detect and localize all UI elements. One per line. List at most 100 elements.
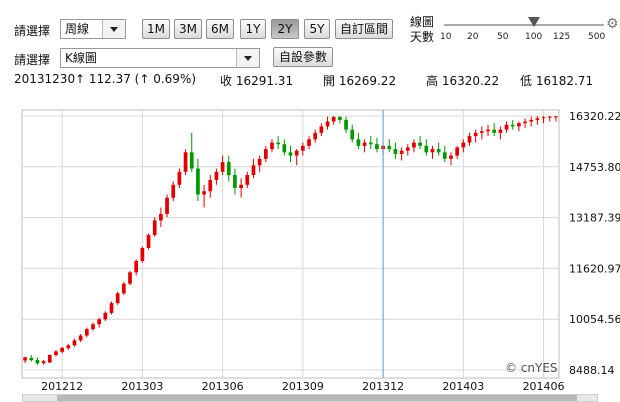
candle-body [300, 145, 305, 151]
candle-body [479, 131, 484, 133]
candle-body [146, 235, 151, 249]
candle-body [282, 144, 287, 153]
candle-body [455, 147, 460, 156]
candle-body [461, 142, 466, 148]
candle-body [91, 324, 95, 330]
y-tick-label: 11620.97 [569, 262, 620, 275]
candle-body [405, 147, 410, 151]
candle-body [393, 149, 398, 154]
candle-body [47, 355, 52, 363]
candle-body [202, 191, 206, 195]
candle-body [109, 303, 114, 313]
time-scrollbar[interactable] [22, 394, 598, 402]
candle-body [165, 197, 169, 214]
candle-body [356, 139, 361, 146]
candle-body [233, 175, 237, 189]
candle-body [535, 118, 540, 120]
candle-body [547, 116, 552, 118]
candle-body [84, 329, 89, 336]
candle-body [486, 129, 490, 132]
candlestick-chart[interactable]: 16320.22 14753.80 13187.39 11620.97 10054.56… [0, 0, 620, 402]
scrollbar-thumb[interactable] [57, 395, 577, 401]
candle-body [517, 123, 521, 127]
candle-body [97, 319, 102, 325]
candle-body [54, 351, 58, 356]
candle-body [375, 144, 379, 150]
candle-body [41, 361, 46, 364]
candle-body [29, 357, 34, 361]
candle-body [276, 142, 281, 145]
candle-body [177, 171, 182, 185]
candle-body [313, 132, 318, 140]
candle-body [128, 272, 132, 284]
candle-body [473, 132, 478, 137]
x-tick-label: 201303 [121, 380, 163, 393]
candle-body [103, 312, 108, 320]
candle-body [436, 149, 441, 153]
candle-body [510, 124, 515, 127]
candle-body [208, 179, 213, 192]
candle-body [115, 293, 120, 304]
candle-body [66, 345, 71, 349]
candle-body [196, 168, 200, 195]
candle-body [541, 117, 546, 119]
candle-body [288, 152, 293, 156]
candle-body [294, 150, 299, 156]
candle-body [442, 152, 447, 159]
candle-body [424, 145, 429, 153]
candle-body [325, 121, 330, 127]
candle-body [498, 129, 503, 133]
candle-body [368, 142, 373, 145]
candle-body [171, 184, 176, 198]
candle-body [319, 126, 324, 133]
candle-body [159, 213, 163, 221]
candle-body [23, 357, 27, 361]
candle-body [387, 145, 392, 150]
watermark: © cnYES [505, 361, 558, 375]
candle-body [523, 121, 527, 124]
candle-body [331, 116, 336, 122]
candle-body [338, 116, 342, 120]
candle-body [449, 155, 453, 159]
candle-body [430, 149, 435, 153]
x-tick-label: 201403 [442, 380, 484, 393]
candle-body [492, 129, 497, 133]
x-axis-ticks: 201212 201303 201306 201309 201312 201403 2014… [41, 380, 564, 393]
candle-body [60, 347, 64, 352]
candle-body [467, 136, 472, 143]
x-tick-label: 201406 [523, 380, 565, 393]
candle-body [554, 116, 558, 118]
candle-body [78, 335, 83, 341]
candle-body [504, 124, 509, 130]
candle-body [134, 260, 139, 273]
candle-body [35, 359, 40, 364]
candle-body [140, 248, 145, 261]
candle-body [529, 119, 534, 122]
candle-body [72, 340, 77, 346]
candle-body [189, 152, 194, 169]
candle-body [344, 119, 348, 130]
candle-body [418, 142, 422, 146]
y-tick-label: 14753.80 [569, 161, 620, 174]
y-tick-label: 10054.56 [569, 313, 620, 326]
x-tick-label: 201309 [282, 380, 324, 393]
x-tick-label: 201212 [41, 380, 83, 393]
y-tick-label: 8488.14 [569, 364, 615, 377]
y-axis-ticks: 16320.22 14753.80 13187.39 11620.97 10054.56… [569, 110, 620, 377]
candle-body [251, 165, 256, 176]
candle-body [245, 175, 250, 185]
y-tick-label: 13187.39 [569, 212, 620, 225]
candle-body [226, 162, 231, 176]
candle-body [263, 149, 268, 159]
candle-body [350, 129, 355, 140]
candle-body [220, 162, 225, 172]
candle-body [412, 142, 416, 148]
candle-body [214, 171, 219, 180]
candle-body [239, 184, 243, 189]
candle-body [121, 283, 126, 294]
candle-body [270, 142, 274, 150]
candle-body [183, 152, 188, 172]
candle-body [152, 220, 157, 236]
x-tick-label: 201306 [202, 380, 244, 393]
candle-body [399, 150, 404, 154]
